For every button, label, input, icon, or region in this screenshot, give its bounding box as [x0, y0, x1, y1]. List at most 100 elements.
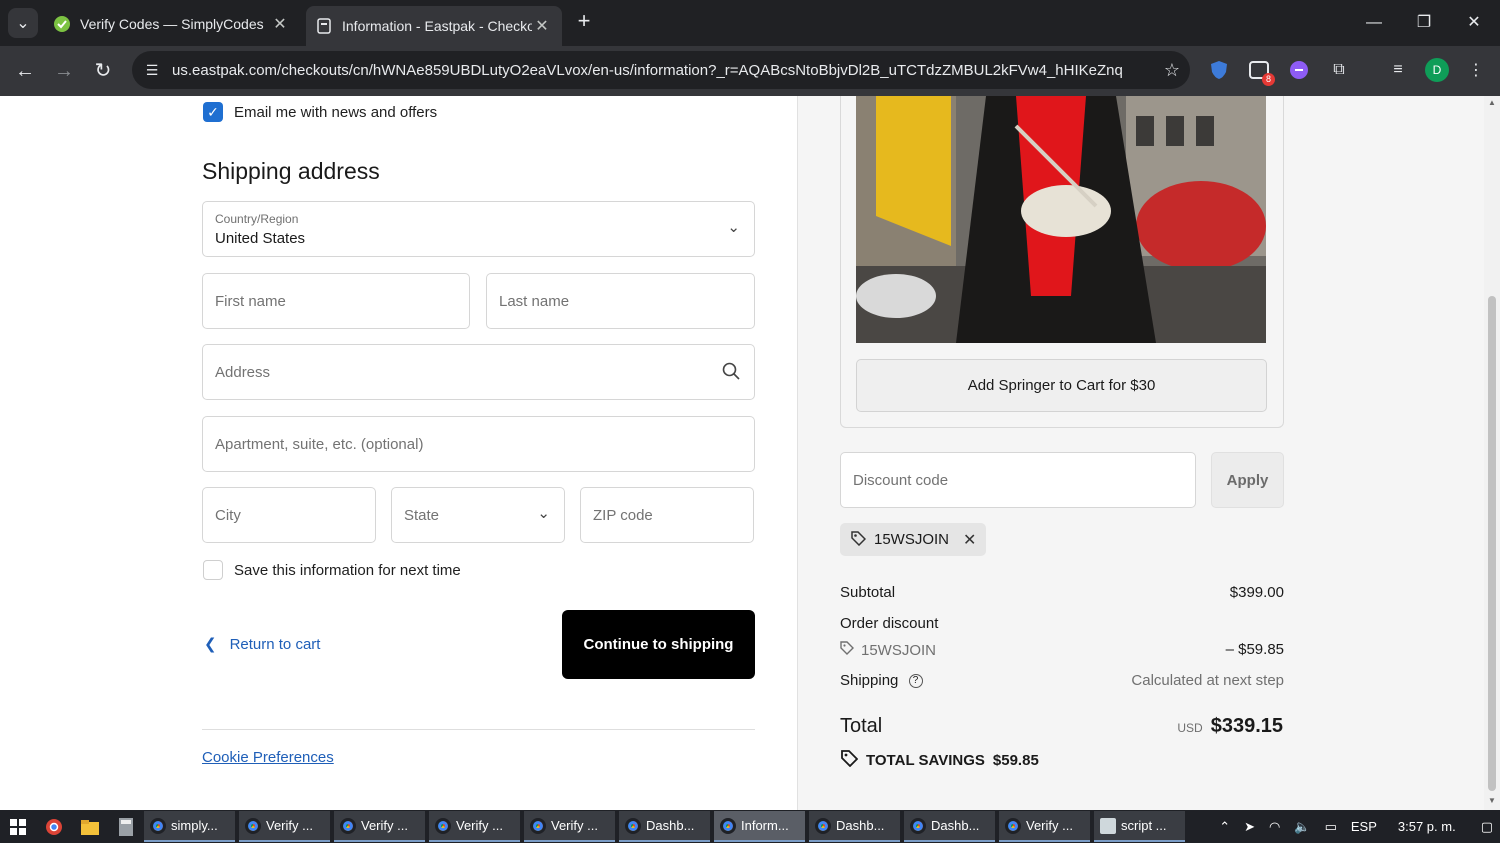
zip-field[interactable]: ZIP code: [580, 487, 754, 543]
taskbar-app[interactable]: Verify ...: [999, 811, 1090, 842]
tab-eastpak-checkout[interactable]: Information - Eastpak - Checkout ✕: [306, 6, 562, 46]
last-name-field[interactable]: Last name: [486, 273, 755, 329]
cookie-preferences-link[interactable]: Cookie Preferences: [202, 749, 334, 766]
shield-extension-icon[interactable]: [1207, 58, 1231, 82]
windows-start-icon[interactable]: [0, 810, 36, 843]
chrome-taskbar-icon[interactable]: [36, 810, 72, 843]
shipping-address-heading: Shipping address: [202, 158, 380, 184]
page-scrollbar[interactable]: ▲ ▼: [1484, 96, 1500, 810]
new-tab-plus-icon[interactable]: +: [572, 10, 596, 34]
taskbar-app[interactable]: Verify ...: [239, 811, 330, 842]
purple-extension-icon[interactable]: [1287, 58, 1311, 82]
volume-icon[interactable]: 🔈: [1294, 819, 1310, 835]
site-info-icon[interactable]: ☰: [132, 62, 172, 79]
clock[interactable]: 3:57 p. m.: [1398, 819, 1456, 834]
discount-code-text: 15WSJOIN: [861, 641, 937, 659]
savings-value: $59.85: [992, 751, 1039, 769]
chevron-down-icon: ⌄: [537, 505, 550, 522]
remove-code-close-icon[interactable]: ✕: [963, 530, 976, 550]
continue-to-shipping-button[interactable]: Continue to shipping: [562, 610, 755, 679]
minimize-icon[interactable]: —: [1354, 8, 1394, 38]
taskbar-app[interactable]: Dashb...: [904, 811, 995, 842]
subtotal-value: $399.00: [1229, 584, 1284, 601]
first-name-placeholder: First name: [215, 293, 286, 310]
wifi-icon[interactable]: ◠: [1269, 819, 1280, 835]
chrome-icon: [720, 817, 736, 834]
window-close-icon[interactable]: ✕: [1454, 8, 1494, 38]
address-field[interactable]: Address: [202, 344, 755, 400]
order-discount-label: Order discount: [840, 615, 939, 632]
simplycodes-extension-icon[interactable]: 8: [1247, 58, 1275, 86]
footer-divider: [202, 729, 755, 730]
save-info-label: Save this information for next time: [234, 561, 461, 579]
save-info-row[interactable]: Save this information for next time: [203, 560, 461, 580]
language-indicator[interactable]: ESP: [1351, 819, 1377, 834]
taskbar-app[interactable]: Verify ...: [524, 811, 615, 842]
country-select[interactable]: Country/Region United States ⌄: [202, 201, 755, 257]
taskbar-app-label: Verify ...: [456, 818, 503, 833]
reload-icon[interactable]: ↻: [90, 58, 116, 84]
taskbar-app[interactable]: Verify ...: [334, 811, 425, 842]
taskbar-app[interactable]: script ...: [1094, 811, 1185, 842]
chrome-icon: [1005, 817, 1021, 834]
tab-search-button[interactable]: ⌄: [8, 8, 38, 38]
help-circle-icon[interactable]: ?: [908, 674, 923, 689]
system-tray: ⌃ ➤ ◠ 🔈 ▭ ESP 3:57 p. m. ▢: [1212, 810, 1500, 843]
apartment-field[interactable]: Apartment, suite, etc. (optional): [202, 416, 755, 472]
tab-close-icon[interactable]: ✕: [270, 14, 290, 34]
search-icon: [722, 362, 740, 384]
extensions-puzzle-icon[interactable]: ⧉: [1327, 58, 1351, 82]
zip-placeholder: ZIP code: [593, 507, 653, 524]
taskbar-app-label: Dashb...: [646, 818, 695, 833]
taskbar-app[interactable]: Dashb...: [619, 811, 710, 842]
chrome-icon: [910, 817, 926, 834]
save-info-checkbox[interactable]: [203, 560, 223, 580]
scroll-up-arrow-icon[interactable]: ▲: [1487, 98, 1497, 107]
battery-icon[interactable]: ▭: [1325, 819, 1337, 835]
taskbar-app-label: Verify ...: [266, 818, 313, 833]
tag-icon: [840, 749, 859, 771]
file-explorer-icon[interactable]: [72, 810, 108, 843]
chrome-icon: [625, 817, 641, 834]
discount-code-field[interactable]: Discount code: [840, 452, 1196, 508]
shipping-value: Calculated at next step: [1131, 672, 1284, 689]
tab-close-icon[interactable]: ✕: [532, 16, 552, 36]
scroll-down-arrow-icon[interactable]: ▼: [1487, 796, 1497, 805]
notifications-icon[interactable]: ▢: [1481, 819, 1493, 835]
restore-icon[interactable]: ❐: [1404, 8, 1444, 38]
forward-arrow-icon[interactable]: →: [51, 58, 77, 84]
apply-discount-button[interactable]: Apply: [1211, 452, 1284, 508]
tab-simplycodes[interactable]: Verify Codes — SimplyCodes ✕: [44, 6, 300, 42]
telegram-icon[interactable]: ➤: [1244, 819, 1255, 835]
profile-avatar[interactable]: D: [1425, 58, 1449, 82]
total-currency: USD: [1177, 721, 1203, 735]
menu-kebab-icon[interactable]: ⋮: [1464, 58, 1488, 82]
taskbar-app[interactable]: simply...: [144, 811, 235, 842]
bookmark-star-icon[interactable]: ☆: [1154, 60, 1190, 81]
back-arrow-icon[interactable]: ←: [12, 58, 38, 84]
tab-strip: ⌄ Verify Codes — SimplyCodes ✕ Informati…: [0, 0, 1500, 46]
calculator-icon[interactable]: [108, 810, 144, 843]
scrollbar-thumb[interactable]: [1488, 296, 1496, 791]
city-field[interactable]: City: [202, 487, 376, 543]
chevron-up-icon[interactable]: ⌃: [1219, 819, 1230, 835]
address-bar[interactable]: ☰ us.eastpak.com/checkouts/cn/hWNAe859UB…: [132, 51, 1190, 89]
subtotal-label: Subtotal: [840, 584, 896, 601]
taskbar-app[interactable]: Dashb...: [809, 811, 900, 842]
taskbar-app[interactable]: Verify ...: [429, 811, 520, 842]
chevron-left-icon: ❮: [204, 636, 217, 653]
email-opt-in-row[interactable]: ✓ Email me with news and offers: [203, 102, 437, 122]
reading-list-icon[interactable]: ≡: [1386, 58, 1410, 82]
return-to-cart-link[interactable]: ❮ Return to cart: [204, 635, 320, 654]
taskbar-app-label: Inform...: [741, 818, 789, 833]
order-discount-row: Order discount: [840, 615, 1284, 632]
chrome-icon: [245, 817, 261, 834]
state-select[interactable]: State ⌄: [391, 487, 565, 543]
add-springer-to-cart-button[interactable]: Add Springer to Cart for $30: [856, 359, 1267, 412]
notepad-icon: [1100, 817, 1116, 834]
taskbar-app-label: Dashb...: [931, 818, 980, 833]
taskbar-app-active[interactable]: Inform...: [714, 811, 805, 842]
first-name-field[interactable]: First name: [202, 273, 470, 329]
email-opt-in-checkbox[interactable]: ✓: [203, 102, 223, 122]
taskbar-app-label: Verify ...: [361, 818, 408, 833]
